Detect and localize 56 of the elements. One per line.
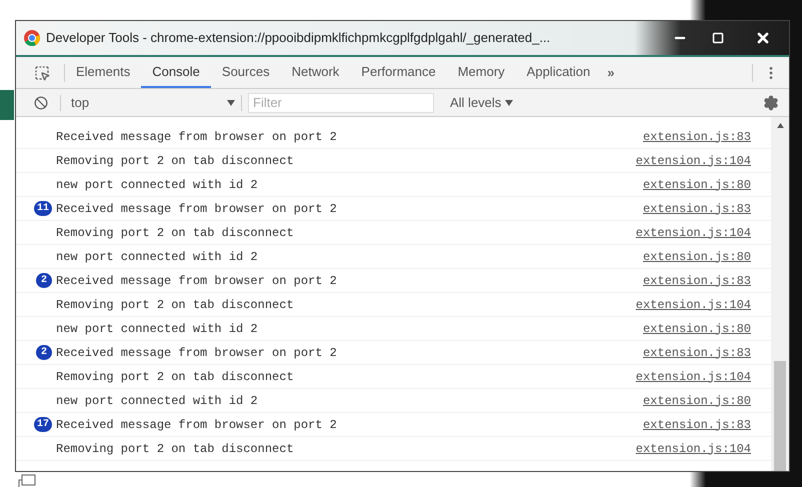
source-link[interactable]: extension.js:104 <box>636 440 751 458</box>
source-link[interactable]: extension.js:104 <box>636 152 751 170</box>
log-message: Received message from browser on port 2 <box>56 416 337 434</box>
dropdown-caret-icon <box>227 100 235 106</box>
log-message: Removing port 2 on tab disconnect <box>56 296 294 314</box>
window-title: Developer Tools - chrome-extension://ppooibdipmklfichpmkcgplfgdplgahl/_generated_... <box>46 29 552 48</box>
log-message: Removing port 2 on tab disconnect <box>56 152 294 170</box>
filter-field[interactable]: Filter <box>248 92 434 112</box>
inspect-icon[interactable] <box>34 64 50 80</box>
dropdown-caret-icon <box>505 100 514 106</box>
log-message: new port connected with id 2 <box>56 320 258 338</box>
log-message: Received message from browser on port 2 <box>56 128 337 146</box>
repeat-count-badge: 17 <box>34 417 52 432</box>
source-link[interactable]: extension.js:80 <box>642 176 751 194</box>
source-link[interactable]: extension.js:83 <box>642 128 751 146</box>
repeat-count-badge: 2 <box>36 273 52 288</box>
tab[interactable]: Elements <box>65 57 142 88</box>
clear-console-icon[interactable] <box>34 96 48 110</box>
scrollbar-thumb[interactable] <box>774 361 786 471</box>
close-icon <box>755 30 771 46</box>
source-link[interactable]: extension.js:80 <box>642 392 751 410</box>
repeat-count-badge: 2 <box>36 345 52 360</box>
source-link[interactable]: extension.js:80 <box>642 320 751 338</box>
repeat-count-badge: 11 <box>34 201 52 216</box>
log-message: Removing port 2 on tab disconnect <box>56 440 294 458</box>
tab[interactable]: Memory <box>446 57 516 88</box>
log-message: new port connected with id 2 <box>56 248 258 266</box>
log-message: new port connected with id 2 <box>56 176 258 194</box>
maximize-icon <box>712 32 724 44</box>
source-link[interactable]: extension.js:83 <box>642 344 751 362</box>
source-link[interactable]: extension.js:83 <box>642 200 751 218</box>
tab[interactable]: Application <box>516 57 602 88</box>
window-icon <box>18 474 36 487</box>
tab[interactable]: Network <box>280 57 350 88</box>
log-message: new port connected with id 2 <box>56 392 258 410</box>
background-strip <box>0 90 14 120</box>
source-link[interactable]: extension.js:104 <box>636 296 751 314</box>
log-message: Received message from browser on port 2 <box>56 200 337 218</box>
log-message: Removing port 2 on tab disconnect <box>56 224 294 242</box>
source-link[interactable]: extension.js:80 <box>642 248 751 266</box>
tab[interactable]: Performance <box>350 57 447 88</box>
scroll-up-icon[interactable] <box>776 123 784 128</box>
source-link[interactable]: extension.js:104 <box>636 368 751 386</box>
levels-select[interactable]: All levels <box>450 92 514 112</box>
source-link[interactable]: extension.js:104 <box>636 224 751 242</box>
tab[interactable]: Sources <box>210 57 281 88</box>
log-message: Received message from browser on port 2 <box>56 272 337 290</box>
source-link[interactable]: extension.js:83 <box>642 272 751 290</box>
browser-logo-icon <box>24 30 40 46</box>
log-message: Received message from browser on port 2 <box>56 344 337 362</box>
log-message: Removing port 2 on tab disconnect <box>56 368 294 386</box>
scrollbar[interactable] <box>771 117 789 471</box>
settings-icon[interactable] <box>763 94 779 110</box>
context-select[interactable]: top <box>71 92 241 112</box>
source-link[interactable]: extension.js:83 <box>642 416 751 434</box>
more-tabs-button[interactable]: » <box>607 62 615 82</box>
